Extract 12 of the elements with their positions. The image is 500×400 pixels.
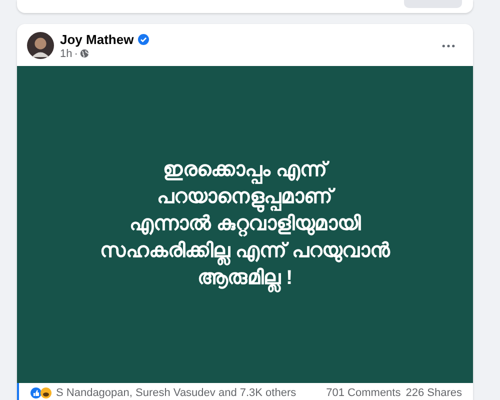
more-options-icon[interactable]	[442, 44, 455, 48]
post-time[interactable]: 1h	[60, 48, 72, 60]
avatar[interactable]	[27, 32, 54, 59]
post-image-text: ഇരക്കൊപ്പം എന്ന് പറയാനെളുപ്പമാണ് എന്നാൽ കുറ്റവാളിയുമായി സഹകരിക്കില്ല എന്ന് പറയുവാൻ ആരുമില്ല !	[100, 157, 390, 292]
reaction-icons[interactable]	[30, 387, 52, 399]
author-name[interactable]: Joy Mathew	[60, 32, 134, 46]
reactions-summary[interactable]: S Nandagopan, Suresh Vasudev and 7.3K others	[56, 387, 296, 399]
comments-count[interactable]: 701 Comments	[326, 387, 401, 399]
separator-dot: ·	[74, 48, 78, 60]
globe-icon[interactable]	[80, 49, 89, 58]
shares-count[interactable]: 226 Shares	[406, 387, 462, 399]
post-image[interactable]: ഇരക്കൊപ്പം എന്ന് പറയാനെളുപ്പമാണ് എന്നാൽ കുറ്റവാളിയുമായി സഹകരിക്കില്ല എന്ന് പറയുവാൻ ആരുമില്ല !	[17, 66, 473, 383]
